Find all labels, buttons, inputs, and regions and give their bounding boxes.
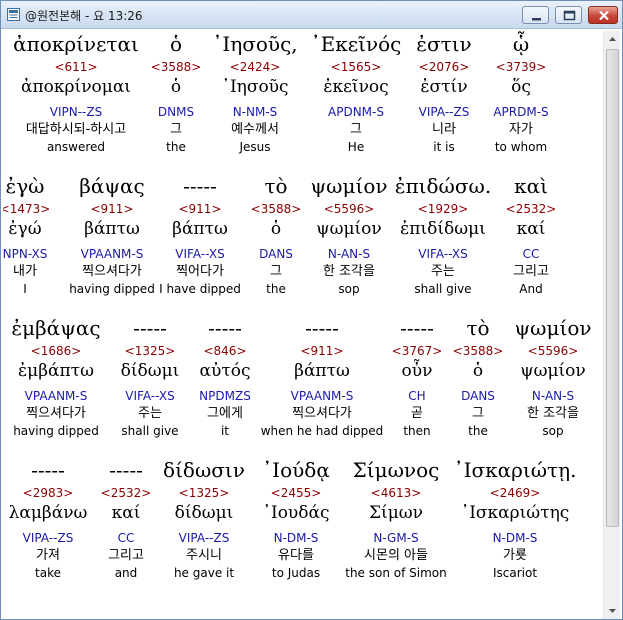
close-button[interactable] <box>588 6 618 24</box>
english-gloss: Iscariot <box>492 566 538 580</box>
app-window: @원전본해 - 요 13:26 ἀποκρίνεται <611> ἀποκρίνο… <box>0 0 623 620</box>
korean-gloss: 가룟 <box>503 548 527 563</box>
maximize-button[interactable] <box>555 6 582 24</box>
greek-word: καὶ <box>514 174 548 198</box>
word-column[interactable]: ψωμίον <5596> ψωμίον N-AN-S 한 조각을 sop <box>473 315 603 439</box>
lemma-word: ᾽Ισκαριώτης <box>460 503 570 523</box>
parse-code: N-DM-S <box>492 531 538 545</box>
parse-code: CC <box>522 247 540 261</box>
strong-number: <2532> <box>505 202 557 216</box>
parse-code: N-AN-S <box>531 389 575 403</box>
parse-code: APRDM-S <box>493 105 549 119</box>
interlinear-content: ἀποκρίνεται <611> ἀποκρίνομαι VIPN--ZS 대답하시되… <box>3 31 603 619</box>
english-gloss: to whom <box>494 140 548 154</box>
english-gloss: And <box>519 282 543 296</box>
strong-number: <3739> <box>495 60 547 74</box>
greek-word: ᾧ <box>512 32 530 56</box>
minimize-button[interactable] <box>522 6 549 24</box>
korean-gloss: 한 조각을 <box>527 406 579 421</box>
korean-gloss: 그리고 <box>513 264 549 279</box>
window-title: @원전본해 - 요 13:26 <box>25 9 143 23</box>
word-column[interactable]: ᾽Ισκαριώτῃ. <2469> ᾽Ισκαριώτης N-DM-S 가룟 Isca… <box>435 457 595 581</box>
greek-word: ψωμίον <box>514 316 592 340</box>
lemma-word: ψωμίον <box>520 361 586 381</box>
greek-word: ᾽Ισκαριώτῃ. <box>453 458 577 482</box>
strong-number: <5596> <box>527 344 579 358</box>
word-column[interactable]: καὶ <2532> καί CC 그리고 And <box>451 173 603 297</box>
minimize-icon <box>532 18 541 21</box>
scrollbar-thumb[interactable] <box>606 49 619 527</box>
english-gloss: sop <box>542 424 564 438</box>
scroll-down-arrow-icon[interactable] <box>604 602 621 619</box>
title-bar[interactable]: @원전본해 - 요 13:26 <box>1 1 622 29</box>
word-column[interactable]: ᾧ <3739> ὅς APRDM-S 자가 to whom <box>441 31 601 155</box>
maximize-icon <box>563 10 576 21</box>
korean-gloss: 자가 <box>509 122 533 137</box>
lemma-word: ὅς <box>511 77 531 97</box>
close-icon <box>599 10 609 21</box>
app-icon <box>7 8 20 21</box>
vertical-scrollbar[interactable] <box>603 31 620 619</box>
strong-number: <2469> <box>489 486 541 500</box>
scroll-up-arrow-icon[interactable] <box>604 31 621 48</box>
lemma-word: καί <box>516 219 546 239</box>
